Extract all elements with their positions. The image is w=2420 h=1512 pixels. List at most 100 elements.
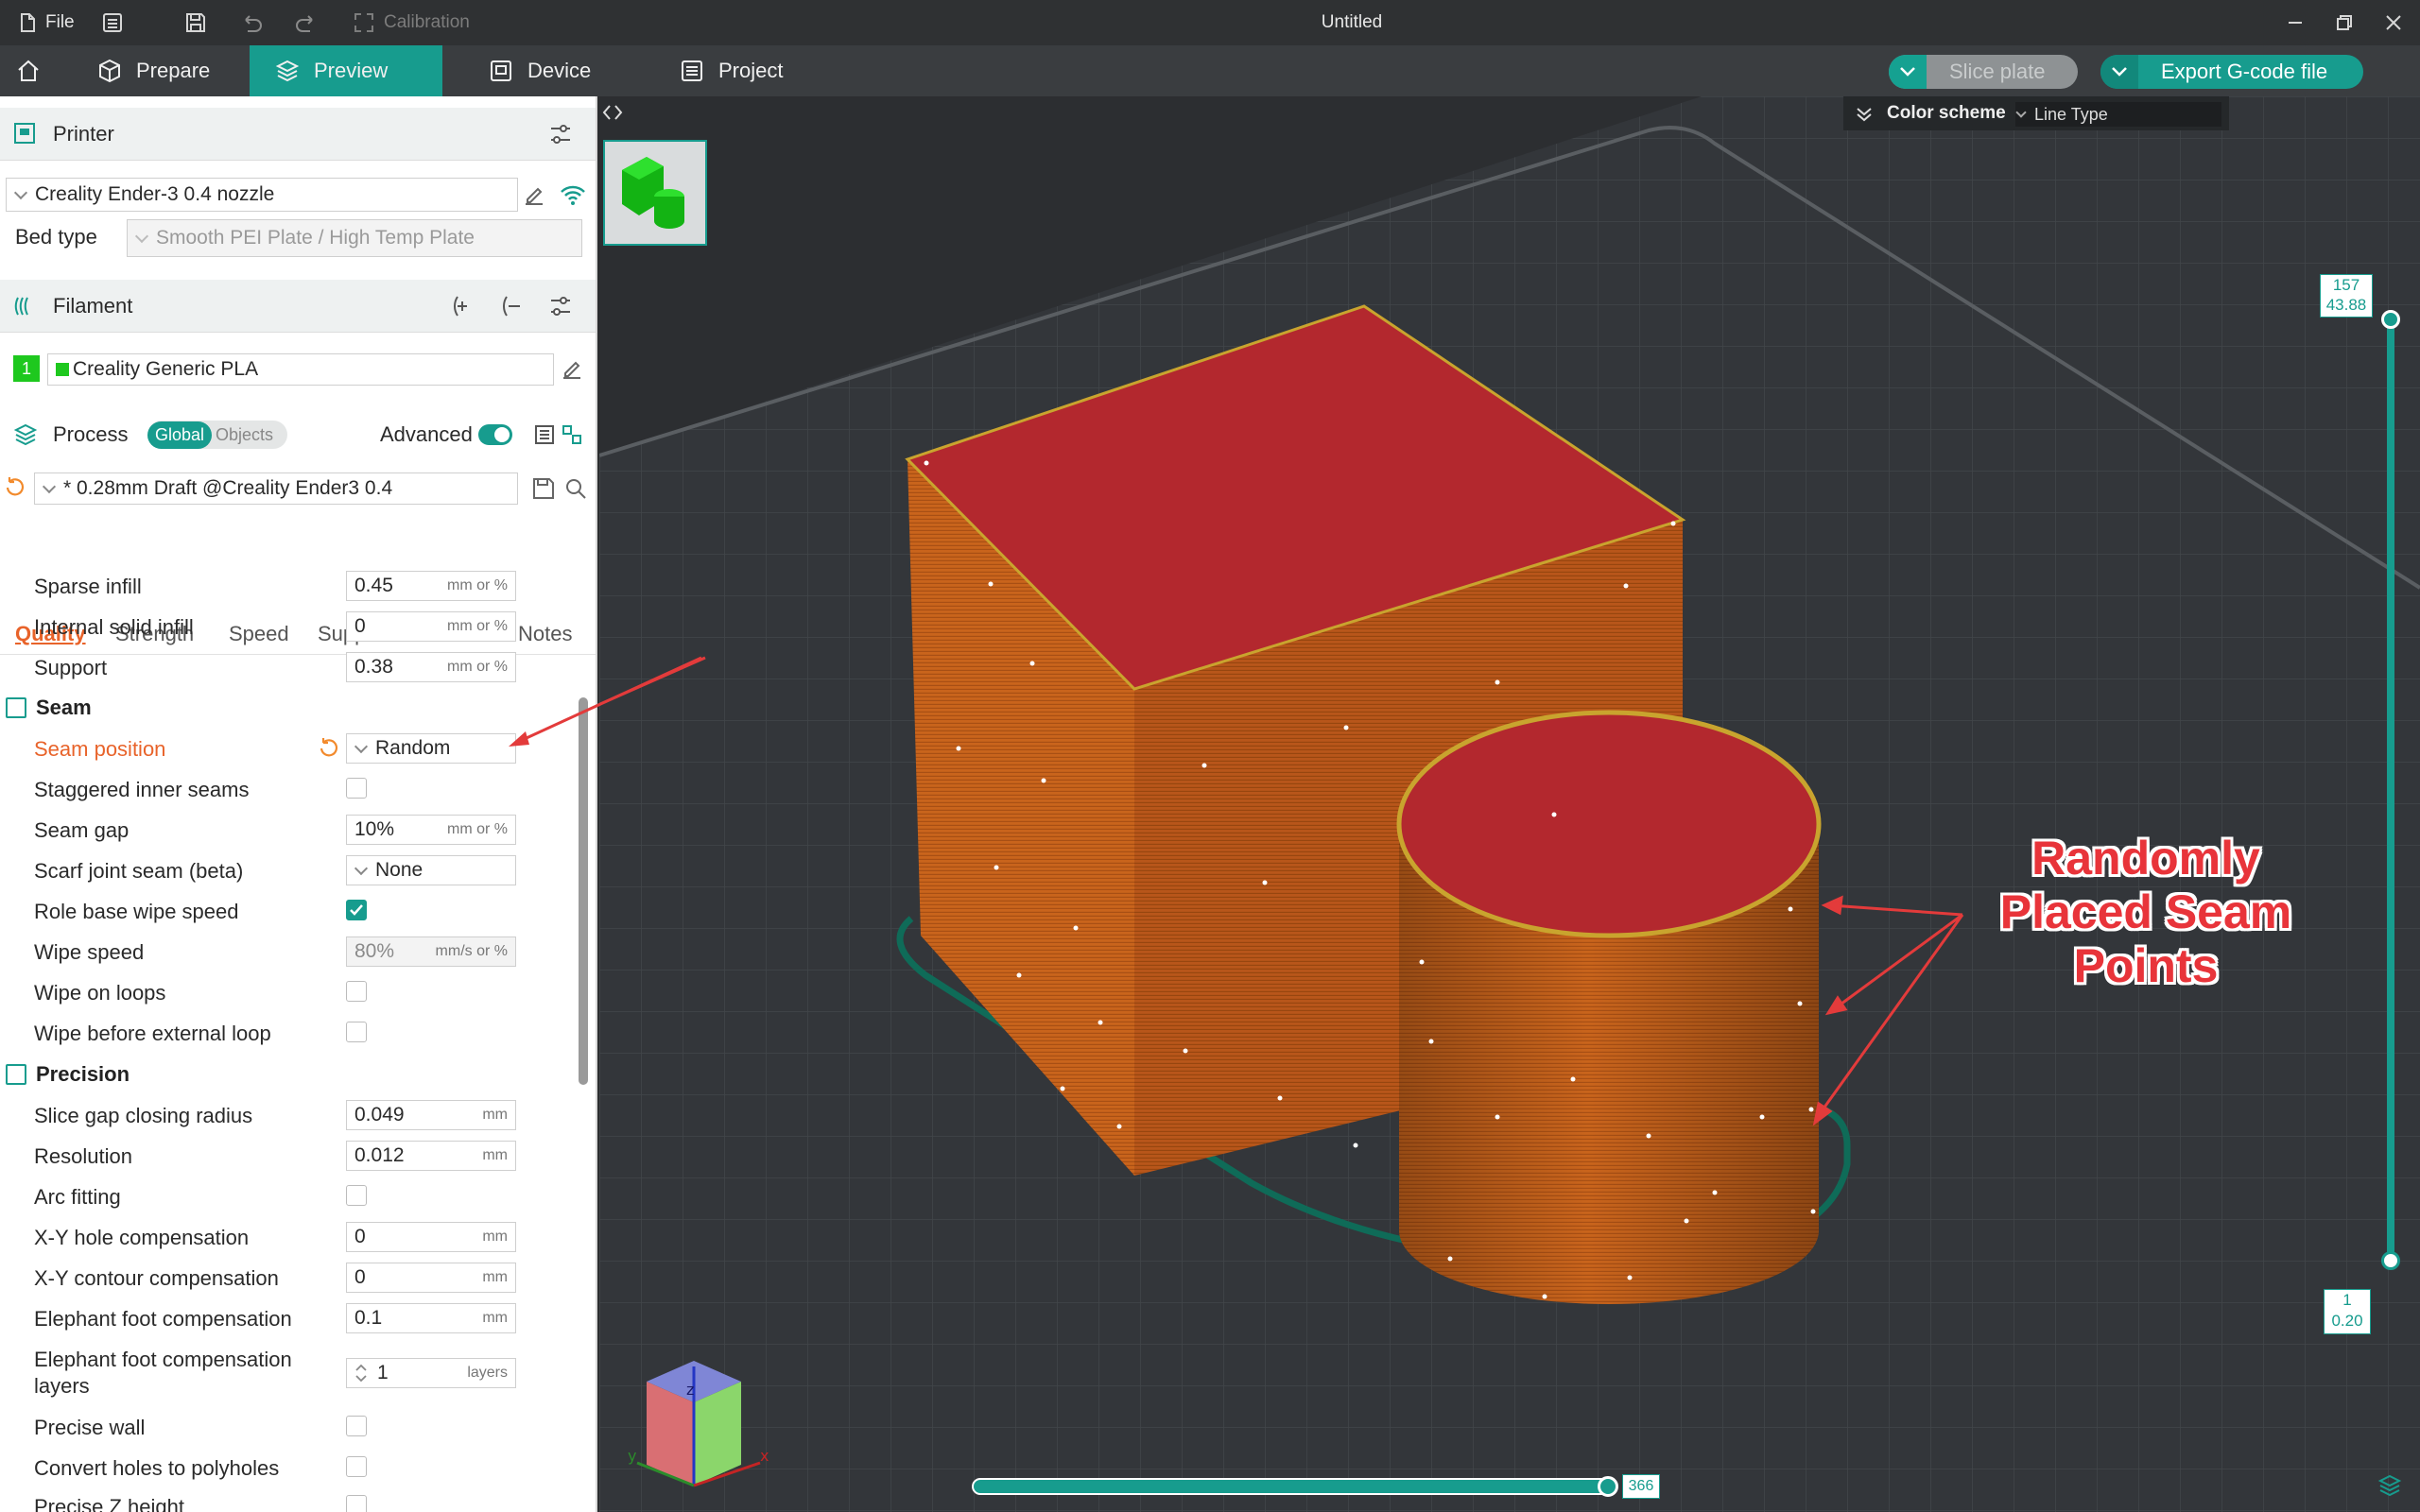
- resolution-label: Resolution: [34, 1144, 132, 1168]
- filament-slot-badge[interactable]: 1: [13, 355, 40, 382]
- restore-button[interactable]: [2335, 0, 2354, 45]
- search-icon[interactable]: [563, 476, 588, 501]
- tab-prepare[interactable]: Prepare: [72, 45, 234, 96]
- xy-hole-input[interactable]: 0 mm: [346, 1222, 516, 1252]
- support-value: 0.38: [354, 656, 393, 678]
- color-scheme-value: Line Type: [2034, 104, 2108, 124]
- process-layers-icon: [13, 423, 38, 446]
- seam-position-select[interactable]: Random: [346, 733, 516, 764]
- tab-preview[interactable]: Preview: [250, 45, 442, 96]
- unit-label: mm: [482, 1310, 508, 1326]
- undo-button[interactable]: [240, 0, 263, 45]
- tab-project[interactable]: Project: [654, 45, 807, 96]
- objects-option[interactable]: Objects: [212, 425, 273, 445]
- seam-gap-input[interactable]: 10% mm or %: [346, 815, 516, 845]
- slice-gap-input[interactable]: 0.049 mm: [346, 1100, 516, 1130]
- advanced-toggle[interactable]: [478, 424, 512, 445]
- move-slider-track[interactable]: [972, 1478, 1611, 1495]
- xy-contour-input[interactable]: 0 mm: [346, 1263, 516, 1293]
- top-layer-number: 157: [2332, 276, 2360, 294]
- annotation-line-2: Placed Seam: [1999, 885, 2292, 938]
- calibration-label: Calibration: [384, 12, 470, 32]
- layer-slider-track[interactable]: [2387, 318, 2394, 1263]
- wifi-icon[interactable]: [560, 183, 586, 208]
- elephant-layers-stepper[interactable]: 1 layers: [346, 1358, 516, 1388]
- layers-stack-icon[interactable]: [2377, 1472, 2403, 1499]
- save-button[interactable]: [185, 0, 206, 45]
- orientation-cube-icon[interactable]: z y x: [618, 1344, 779, 1512]
- list-view-icon[interactable]: [533, 422, 558, 447]
- move-slider-handle[interactable]: [1598, 1476, 1618, 1497]
- wipe-before-external-checkbox[interactable]: [346, 1022, 367, 1042]
- edit-icon[interactable]: [560, 357, 584, 382]
- bed-type-select[interactable]: Smooth PEI Plate / High Temp Plate: [127, 219, 582, 257]
- menu-button[interactable]: [102, 0, 123, 45]
- process-preset-select[interactable]: * 0.28mm Draft @Creality Ender3 0.4: [34, 472, 518, 505]
- unit-label: mm or %: [447, 577, 508, 593]
- unit-label: mm or %: [447, 659, 508, 675]
- collapse-sidebar-button[interactable]: [599, 96, 626, 129]
- tab-notes[interactable]: Notes: [518, 622, 572, 646]
- settings-sliders-icon[interactable]: [548, 294, 573, 318]
- title-bar: File Calibration Untitled: [0, 0, 2420, 45]
- export-gcode-button[interactable]: Export G-code file: [2100, 55, 2363, 89]
- chevron-down-icon: [2100, 55, 2138, 89]
- tab-preview-label: Preview: [314, 59, 389, 82]
- home-button[interactable]: [0, 45, 57, 96]
- layer-slider-top-handle[interactable]: [2381, 310, 2400, 329]
- printer-select[interactable]: Creality Ender-3 0.4 nozzle: [6, 178, 518, 212]
- precise-wall-label: Precise wall: [34, 1416, 146, 1439]
- convert-holes-checkbox[interactable]: [346, 1456, 367, 1477]
- close-icon: [2386, 15, 2401, 30]
- sparse-infill-label: Sparse infill: [34, 575, 142, 598]
- process-header-label: Process: [53, 422, 129, 446]
- edit-icon[interactable]: [522, 183, 546, 208]
- global-objects-toggle[interactable]: Global Objects: [147, 421, 287, 449]
- file-menu[interactable]: File: [19, 0, 75, 45]
- wipe-speed-value: 80%: [354, 940, 395, 962]
- seam-annotation-text: Randomly Placed Seam Points: [1957, 832, 2335, 993]
- precise-wall-checkbox[interactable]: [346, 1416, 367, 1436]
- tab-device[interactable]: Device: [463, 45, 615, 96]
- slice-plate-button[interactable]: Slice plate: [1889, 55, 2078, 89]
- add-filament-icon[interactable]: [452, 294, 476, 318]
- settings-sliders-icon[interactable]: [548, 122, 573, 146]
- redo-button[interactable]: [295, 0, 318, 45]
- support-input[interactable]: 0.38 mm or %: [346, 652, 516, 682]
- arc-fitting-checkbox[interactable]: [346, 1185, 367, 1206]
- compare-icon[interactable]: [560, 422, 584, 447]
- seam-callout-arrow: [509, 656, 702, 747]
- close-button[interactable]: [2384, 0, 2403, 45]
- tab-speed[interactable]: Speed: [229, 622, 289, 646]
- project-icon: [682, 60, 702, 81]
- sparse-infill-input[interactable]: 0.45 mm or %: [346, 571, 516, 601]
- precise-z-checkbox[interactable]: [346, 1495, 367, 1512]
- staggered-seams-checkbox[interactable]: [346, 778, 367, 799]
- chevron-collapse-icon[interactable]: [1855, 104, 1874, 123]
- global-option[interactable]: Global: [147, 421, 213, 449]
- unit-label: mm: [482, 1228, 508, 1245]
- arc-fitting-label: Arc fitting: [34, 1185, 121, 1209]
- filament-select[interactable]: Creality Generic PLA: [47, 353, 554, 386]
- settings-sidebar: Printer Creality Ender-3 0.4 nozzle Bed …: [0, 96, 597, 1512]
- role-wipe-speed-checkbox[interactable]: [346, 900, 367, 920]
- calibration-menu[interactable]: Calibration: [354, 0, 470, 45]
- save-icon[interactable]: [531, 476, 556, 501]
- plate-thumbnail[interactable]: [603, 140, 707, 246]
- layer-slider-bottom-handle[interactable]: [2381, 1251, 2400, 1270]
- internal-solid-infill-input[interactable]: 0 mm or %: [346, 611, 516, 642]
- 3d-preview-viewport[interactable]: Color scheme Line Type 157 43.88 1 0.20 …: [599, 96, 2420, 1512]
- reset-icon[interactable]: [4, 476, 26, 499]
- wipe-speed-input[interactable]: 80% mm/s or %: [346, 936, 516, 967]
- bottom-layer-height: 0.20: [2331, 1312, 2363, 1330]
- elephant-foot-input[interactable]: 0.1 mm: [346, 1303, 516, 1333]
- reset-icon[interactable]: [318, 737, 340, 760]
- scarf-joint-select[interactable]: None: [346, 855, 516, 885]
- main-tab-bar: Prepare Preview Device Project Slice pla…: [0, 45, 2420, 96]
- wipe-on-loops-checkbox[interactable]: [346, 981, 367, 1002]
- minimize-button[interactable]: [2286, 0, 2305, 45]
- color-scheme-select[interactable]: Line Type: [2015, 102, 2221, 127]
- redo-icon: [296, 15, 313, 32]
- remove-filament-icon[interactable]: [499, 294, 524, 318]
- resolution-input[interactable]: 0.012 mm: [346, 1141, 516, 1171]
